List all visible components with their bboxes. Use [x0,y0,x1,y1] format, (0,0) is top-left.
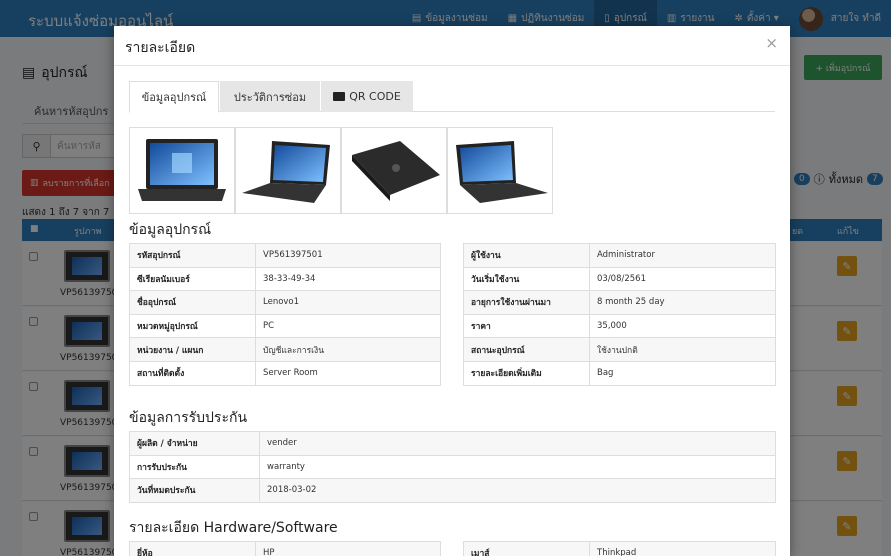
field-label: การรับประกัน [129,454,260,480]
hardware-table-right: เมาส์ Thinkpad [463,541,776,556]
field-label: รหัสอุปกรณ์ [129,243,256,268]
table-row: การรับประกัน warranty [129,454,776,480]
tab-qr-code[interactable]: QR CODE [321,81,413,112]
field-value: Bag [589,360,776,386]
table-row: ราคา 35,000 [463,313,776,339]
table-row: ผู้ผลิต / จำหน่าย vender [129,431,776,456]
tab-device-info[interactable]: ข้อมูลอุปกรณ์ [129,81,219,113]
table-row: ซีเรียลนัมเบอร์ 38-33-49-34 [129,266,441,292]
field-value: 03/08/2561 [589,266,776,292]
field-value: HP [255,541,441,556]
field-label: ชื่ออุปกรณ์ [129,290,256,315]
field-label: ซีเรียลนัมเบอร์ [129,266,256,292]
table-row: ยี่ห้อ HP [129,541,441,556]
hardware-software-heading: รายละเอียด Hardware/Software [129,520,338,536]
field-value: 8 month 25 day [589,290,776,315]
table-row: รายละเอียดเพิ่มเติม Bag [463,360,776,386]
modal-tabs: ข้อมูลอุปกรณ์ ประวัติการซ่อม QR CODE [129,81,775,113]
modal-title: รายละเอียด [125,40,196,56]
table-row: อายุการใช้งานผ่านมา 8 month 25 day [463,290,776,315]
qrcode-icon [333,92,346,101]
table-row: เมาส์ Thinkpad [463,541,776,556]
field-value: ใช้งานปกติ [589,337,776,362]
field-value: Server Room [255,360,441,386]
field-value: Administrator [589,243,776,268]
device-info-heading: ข้อมูลอุปกรณ์ [129,222,212,238]
device-photo[interactable] [447,127,553,214]
field-value: Thinkpad [589,541,776,556]
field-label: สถานะอุปกรณ์ [463,337,590,362]
device-photo[interactable] [341,127,447,214]
field-value: 35,000 [589,313,776,339]
table-row: รหัสอุปกรณ์ VP561397501 [129,243,441,268]
field-label: หน่วยงาน / แผนก [129,337,256,362]
device-info-table-right: ผู้ใช้งาน Administrator วันเริ่มใช้งาน 03/… [463,243,776,386]
modal-header: รายละเอียด × [114,26,790,66]
device-detail-modal: รายละเอียด × ข้อมูลอุปกรณ์ ประวัติการซ่อ… [114,26,790,556]
field-label: สถานที่ติดตั้ง [129,360,256,386]
table-row: ชื่ออุปกรณ์ Lenovo1 [129,290,441,315]
field-label: อายุการใช้งานผ่านมา [463,290,590,315]
field-label: ผู้ผลิต / จำหน่าย [129,431,260,456]
field-value: 38-33-49-34 [255,266,441,292]
field-value: 2018-03-02 [259,478,776,503]
hardware-table-left: ยี่ห้อ HP [129,541,441,556]
table-row: หน่วยงาน / แผนก บัญชีและการเงิน [129,337,441,362]
field-value: vender [259,431,776,456]
device-photo[interactable] [129,127,235,214]
table-row: วันที่หมดประกัน 2018-03-02 [129,478,776,503]
close-icon[interactable]: × [765,34,778,52]
warranty-table: ผู้ผลิต / จำหน่าย vender การรับประกัน warr… [129,431,776,503]
field-label: หมวดหมู่อุปกรณ์ [129,313,256,339]
field-value: PC [255,313,441,339]
field-label: วันเริ่มใช้งาน [463,266,590,292]
field-value: VP561397501 [255,243,441,268]
field-label: ราคา [463,313,590,339]
table-row: หมวดหมู่อุปกรณ์ PC [129,313,441,339]
device-photo[interactable] [235,127,341,214]
table-row: สถานที่ติดตั้ง Server Room [129,360,441,386]
device-info-table-left: รหัสอุปกรณ์ VP561397501 ซีเรียลนัมเบอร์ 38… [129,243,441,386]
tab-repair-history[interactable]: ประวัติการซ่อม [220,81,320,112]
field-label: รายละเอียดเพิ่มเติม [463,360,590,386]
field-label: ยี่ห้อ [129,541,256,556]
field-label: วันที่หมดประกัน [129,478,260,503]
field-value: บัญชีและการเงิน [255,337,441,362]
field-label: เมาส์ [463,541,590,556]
field-label: ผู้ใช้งาน [463,243,590,268]
table-row: ผู้ใช้งาน Administrator [463,243,776,268]
device-photos [129,127,553,214]
warranty-heading: ข้อมูลการรับประกัน [129,410,248,426]
table-row: วันเริ่มใช้งาน 03/08/2561 [463,266,776,292]
field-value: warranty [259,454,776,480]
table-row: สถานะอุปกรณ์ ใช้งานปกติ [463,337,776,362]
field-value: Lenovo1 [255,290,441,315]
